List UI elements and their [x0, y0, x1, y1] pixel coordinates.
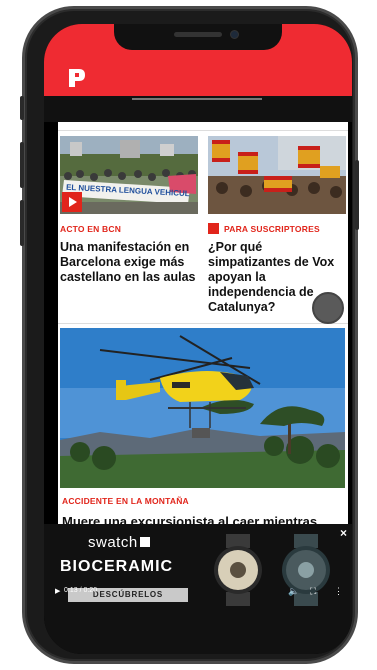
phone-screen: EL NUESTRA LENGUA VEHICULAR ACTO EN BCN … [44, 24, 352, 654]
watch-image-2 [282, 534, 330, 606]
article-tag[interactable]: ACCIDENTE EN LA MONTAÑA [62, 496, 189, 506]
helicopter-photo [60, 328, 345, 488]
floating-action-button[interactable] [312, 292, 344, 324]
video-ad-banner[interactable]: × swatch BIOCERAMIC DESCÚBRELOS ▶ 0:13 /… [44, 524, 352, 608]
speaker-grille [174, 32, 222, 37]
ad-brand: swatch [88, 534, 150, 551]
play-icon [69, 197, 77, 207]
article-thumbnail-1[interactable]: EL NUESTRA LENGUA VEHICULAR [60, 136, 198, 214]
ad-brand-label: swatch [88, 534, 138, 551]
header-indicator [132, 98, 262, 100]
publico-logo-icon[interactable] [68, 68, 86, 88]
article-tag[interactable]: PARA SUSCRIPTORES [208, 223, 320, 235]
volume-icon[interactable]: 🔈 [288, 586, 299, 597]
close-ad-button[interactable]: × [340, 526, 347, 540]
ad-timestamp: 0:13 / 0:20 [64, 587, 98, 594]
watch-image-1 [214, 534, 262, 606]
volume-up-button [20, 142, 24, 188]
subscriber-icon [208, 223, 219, 235]
mute-switch [20, 96, 24, 120]
more-options-icon[interactable]: ⋮ [334, 586, 343, 597]
volume-down-button [20, 200, 24, 246]
article-headline[interactable]: Una manifestación en Barcelona exige más… [60, 240, 200, 285]
front-camera [230, 30, 239, 39]
article-tag[interactable]: ACTO EN BCN [60, 224, 121, 234]
notch [114, 24, 282, 50]
flags-photo [208, 136, 346, 214]
article-tag-label: PARA SUSCRIPTORES [224, 224, 320, 234]
ad-play-icon[interactable]: ▶ [55, 587, 60, 595]
swatch-cross-icon [139, 537, 150, 547]
article-thumbnail-2[interactable] [208, 136, 346, 214]
article-feed: EL NUESTRA LENGUA VEHICULAR ACTO EN BCN … [58, 122, 348, 530]
article-thumbnail-3[interactable] [60, 328, 345, 488]
bottom-bar [44, 608, 352, 654]
fullscreen-icon[interactable]: ⛶ [310, 586, 316, 597]
video-badge [62, 192, 82, 212]
power-button [355, 160, 359, 230]
ad-title: BIOCERAMIC [60, 558, 174, 575]
divider [58, 130, 348, 131]
divider [58, 323, 348, 324]
